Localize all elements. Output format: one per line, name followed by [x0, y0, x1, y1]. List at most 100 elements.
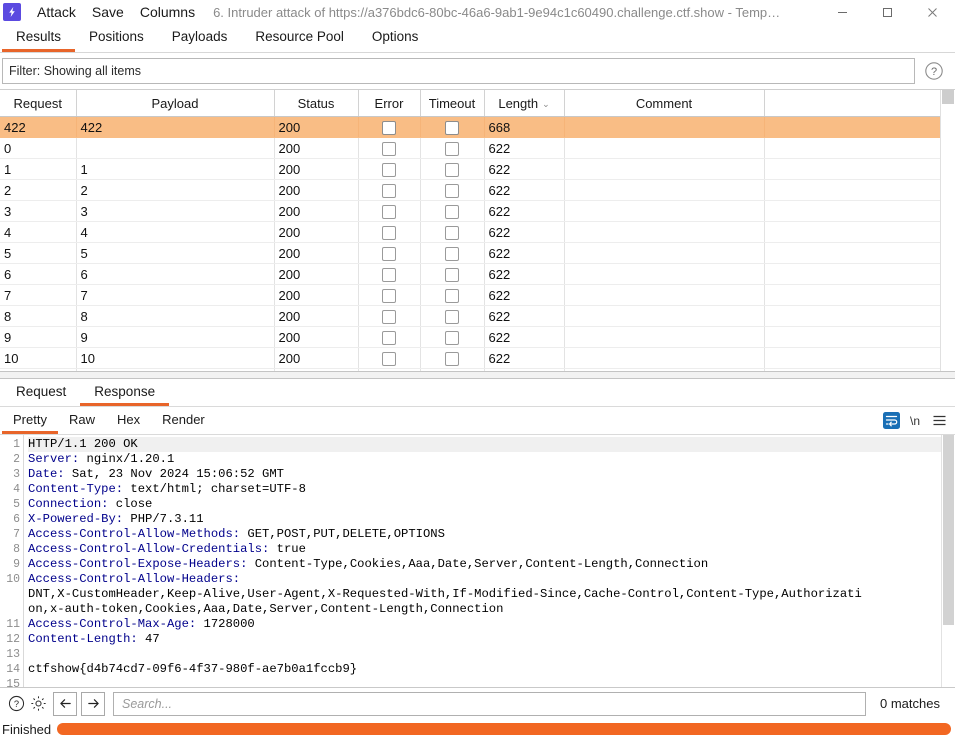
table-row[interactable]: 2 2 200 622 — [0, 179, 940, 201]
checkbox-icon[interactable] — [445, 246, 459, 261]
table-row[interactable]: 8 8 200 622 — [0, 305, 940, 327]
tab-response[interactable]: Response — [80, 379, 170, 406]
table-row[interactable]: 0 200 622 — [0, 137, 940, 159]
checkbox-icon[interactable] — [382, 309, 396, 324]
search-prev-button[interactable] — [53, 691, 77, 716]
checkbox-icon[interactable] — [382, 288, 396, 303]
results-table-container[interactable]: Request Payload Status Error Timeout Len… — [0, 89, 955, 371]
horizontal-splitter[interactable] — [0, 371, 955, 379]
search-input[interactable] — [120, 695, 866, 712]
view-tab-render[interactable]: Render — [151, 407, 216, 434]
table-row[interactable]: 1 1 200 622 — [0, 158, 940, 180]
column-header-error[interactable]: Error — [358, 90, 421, 117]
cell-timeout[interactable] — [420, 284, 485, 306]
checkbox-icon[interactable] — [382, 183, 396, 198]
checkbox-icon[interactable] — [382, 141, 396, 156]
tab-payloads[interactable]: Payloads — [158, 24, 242, 52]
table-row[interactable]: 1111200622 — [0, 368, 940, 371]
response-scrollbar[interactable] — [941, 435, 955, 687]
cell-error[interactable] — [358, 242, 421, 264]
response-body[interactable]: HTTP/1.1 200 OK Server: nginx/1.20.1 Date:… — [24, 435, 955, 687]
column-header-status[interactable]: Status — [274, 90, 359, 117]
close-icon[interactable] — [910, 0, 955, 24]
filter-input[interactable]: Filter: Showing all items — [2, 58, 915, 84]
checkbox-icon[interactable] — [382, 162, 396, 177]
menu-columns[interactable]: Columns — [132, 0, 203, 24]
checkbox-icon[interactable] — [382, 267, 396, 282]
checkbox-icon[interactable] — [382, 351, 396, 366]
minimize-icon[interactable] — [820, 0, 865, 24]
menu-save[interactable]: Save — [84, 0, 132, 24]
cell-error[interactable] — [358, 137, 421, 159]
cell-timeout[interactable] — [420, 263, 485, 285]
results-table-scrollbar[interactable] — [940, 90, 955, 371]
cell-timeout[interactable] — [420, 137, 485, 159]
checkbox-icon[interactable] — [445, 330, 459, 345]
checkbox-icon[interactable] — [445, 288, 459, 303]
column-header-payload[interactable]: Payload — [76, 90, 275, 117]
cell-error[interactable] — [358, 221, 421, 243]
table-row[interactable]: 10 10 200 622 — [0, 347, 940, 369]
checkbox-icon[interactable] — [445, 204, 459, 219]
view-tab-hex[interactable]: Hex — [106, 407, 151, 434]
question-mark-circle-icon[interactable]: ? — [921, 58, 947, 84]
results-scrollbar-thumb[interactable] — [942, 90, 954, 104]
cell-error[interactable] — [358, 305, 421, 327]
column-header-comment[interactable]: Comment — [564, 90, 765, 117]
checkbox-icon[interactable] — [445, 309, 459, 324]
checkbox-icon[interactable] — [445, 225, 459, 240]
cell-timeout[interactable] — [420, 158, 485, 180]
checkbox-icon[interactable] — [445, 120, 459, 135]
table-row[interactable]: 5 5 200 622 — [0, 242, 940, 264]
search-next-button[interactable] — [81, 691, 105, 716]
newline-toggle[interactable]: \n — [903, 407, 927, 434]
view-tab-raw[interactable]: Raw — [58, 407, 106, 434]
response-viewer[interactable]: 1 2 3 4 5 6 7 8 9 10 11 12 13 14 15 HTTP/1.1 200 OK Ser… — [0, 435, 955, 688]
tab-options[interactable]: Options — [358, 24, 433, 52]
response-scrollbar-thumb[interactable] — [943, 435, 954, 625]
cell-timeout[interactable] — [420, 221, 485, 243]
tab-resource-pool[interactable]: Resource Pool — [241, 24, 358, 52]
cell-timeout[interactable] — [420, 242, 485, 264]
checkbox-icon[interactable] — [382, 225, 396, 240]
checkbox-icon[interactable] — [382, 204, 396, 219]
checkbox-icon[interactable] — [382, 330, 396, 345]
cell-error[interactable] — [358, 284, 421, 306]
tab-request[interactable]: Request — [2, 379, 80, 406]
cell-timeout[interactable] — [420, 305, 485, 327]
cell-timeout[interactable] — [420, 200, 485, 222]
table-row[interactable]: 9 9 200 622 — [0, 326, 940, 348]
cell-timeout[interactable] — [420, 326, 485, 348]
checkbox-icon[interactable] — [445, 183, 459, 198]
table-row[interactable]: 4 4 200 622 — [0, 221, 940, 243]
gear-icon[interactable] — [27, 692, 49, 716]
hamburger-menu-icon[interactable] — [927, 407, 951, 434]
cell-timeout[interactable] — [420, 179, 485, 201]
cell-error[interactable] — [358, 326, 421, 348]
cell-error[interactable] — [358, 116, 421, 138]
table-row[interactable]: 7 7 200 622 — [0, 284, 940, 306]
cell-error[interactable] — [358, 263, 421, 285]
column-header-request[interactable]: Request — [0, 90, 77, 117]
cell-timeout[interactable] — [420, 347, 485, 369]
tab-positions[interactable]: Positions — [75, 24, 158, 52]
view-tab-pretty[interactable]: Pretty — [2, 407, 58, 434]
column-header-timeout[interactable]: Timeout — [420, 90, 485, 117]
checkbox-icon[interactable] — [445, 141, 459, 156]
menu-attack[interactable]: Attack — [29, 0, 84, 24]
search-field[interactable] — [113, 691, 867, 716]
checkbox-icon[interactable] — [445, 162, 459, 177]
question-mark-circle-icon[interactable]: ? — [5, 692, 27, 716]
checkbox-icon[interactable] — [445, 351, 459, 366]
cell-timeout[interactable] — [420, 368, 485, 371]
checkbox-icon[interactable] — [382, 120, 396, 135]
cell-error[interactable] — [358, 368, 421, 371]
column-header-length[interactable]: Length ⌄ — [484, 90, 565, 117]
maximize-icon[interactable] — [865, 0, 910, 24]
checkbox-icon[interactable] — [445, 267, 459, 282]
word-wrap-icon[interactable] — [879, 407, 903, 434]
cell-error[interactable] — [358, 347, 421, 369]
table-row[interactable]: 6 6 200 622 — [0, 263, 940, 285]
cell-timeout[interactable] — [420, 116, 485, 138]
cell-error[interactable] — [358, 158, 421, 180]
